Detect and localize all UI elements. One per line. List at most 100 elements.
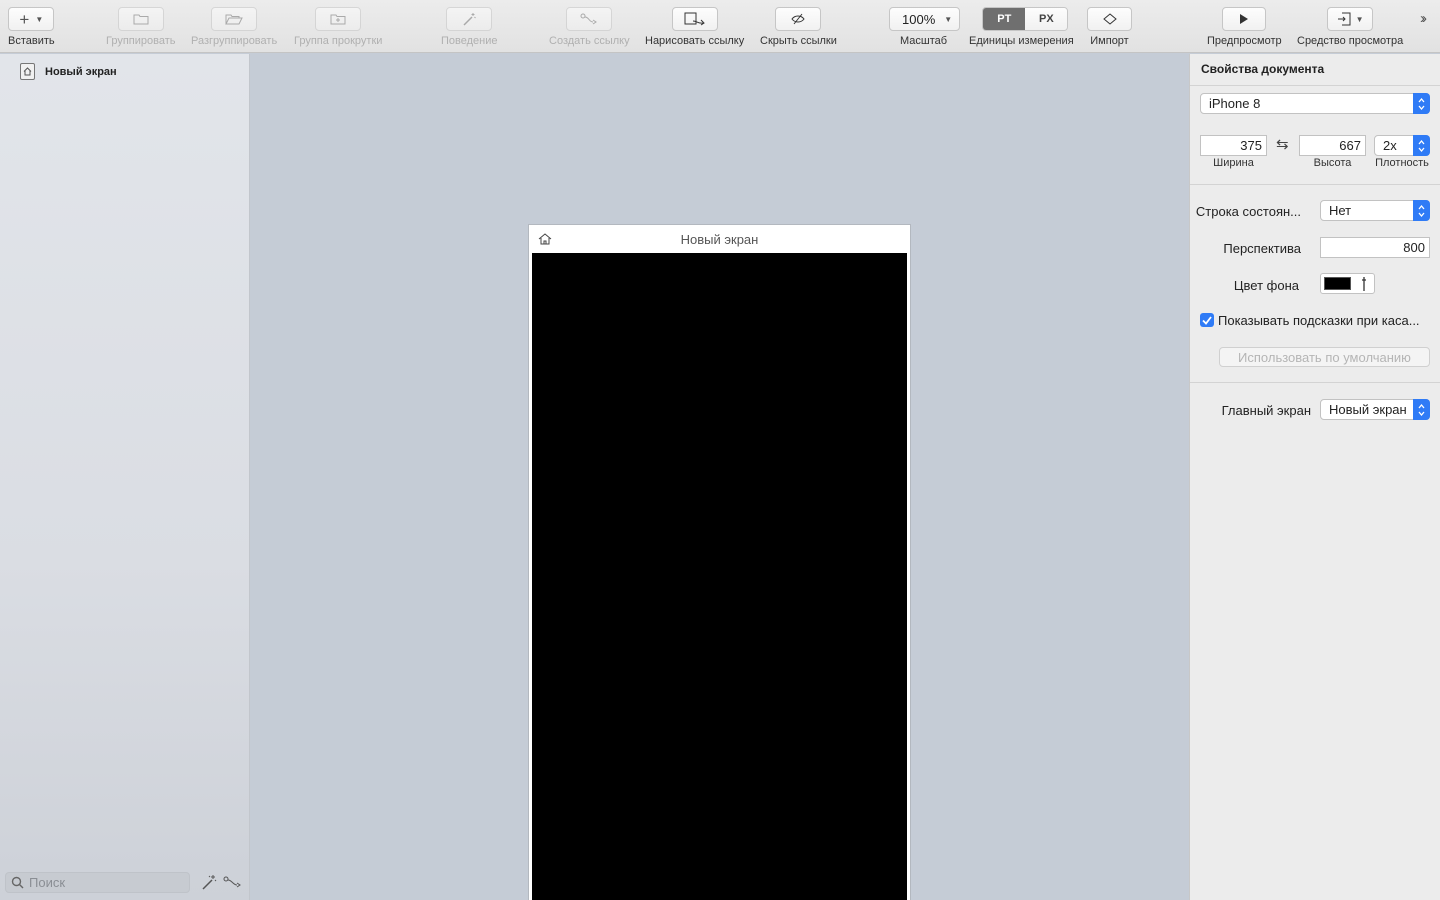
behavior-tool[interactable]: Поведение bbox=[441, 7, 498, 47]
chevron-down-icon: ▼ bbox=[1355, 14, 1364, 24]
stepper-arrows-icon bbox=[1413, 200, 1430, 221]
viewer-tool[interactable]: ▼ Средство просмотра bbox=[1297, 7, 1403, 47]
stepper-arrows-icon bbox=[1413, 135, 1430, 156]
units-px-button[interactable]: PX bbox=[1025, 8, 1068, 30]
viewer-label: Средство просмотра bbox=[1297, 35, 1404, 47]
draw-link-icon bbox=[684, 12, 705, 26]
chevron-down-icon: ▼ bbox=[35, 14, 44, 24]
group-label: Группировать bbox=[106, 35, 176, 47]
stepper-arrows-icon bbox=[1413, 399, 1430, 420]
density-value: 2x bbox=[1383, 138, 1397, 153]
eye-slash-icon bbox=[791, 13, 806, 25]
scroll-group-button[interactable] bbox=[315, 7, 362, 31]
height-caption: Высота bbox=[1313, 157, 1352, 169]
device-select[interactable]: iPhone 8 bbox=[1200, 93, 1430, 114]
width-field[interactable]: 375 bbox=[1200, 135, 1267, 156]
play-icon bbox=[1240, 14, 1249, 24]
group-button[interactable] bbox=[117, 7, 164, 31]
import-tool[interactable]: Импорт bbox=[1087, 7, 1132, 47]
scroll-group-icon bbox=[330, 14, 346, 25]
open-folder-icon bbox=[225, 14, 243, 25]
zoom-tool[interactable]: 100% ▼ Масштаб bbox=[889, 7, 960, 47]
insert-button[interactable]: + ▼ bbox=[8, 7, 55, 31]
width-value: 375 bbox=[1240, 138, 1262, 153]
group-tool[interactable]: Группировать bbox=[106, 7, 176, 47]
perspective-value: 800 bbox=[1403, 240, 1425, 255]
units-segmented-control[interactable]: PT PX bbox=[982, 7, 1069, 31]
more-chevron-icon[interactable]: ›› bbox=[1420, 10, 1427, 27]
screen-header[interactable]: Новый экран bbox=[529, 225, 910, 253]
viewer-icon bbox=[1337, 12, 1351, 26]
create-link-label: Создать ссылку bbox=[549, 35, 630, 47]
preview-button[interactable] bbox=[1222, 7, 1267, 31]
divider bbox=[1190, 382, 1440, 383]
layer-label: Новый экран bbox=[45, 65, 117, 78]
width-caption: Ширина bbox=[1213, 157, 1254, 169]
device-frame[interactable]: Новый экран bbox=[528, 224, 911, 900]
preview-tool[interactable]: Предпросмотр bbox=[1207, 7, 1282, 47]
show-hints-checkbox[interactable] bbox=[1200, 313, 1214, 327]
density-select[interactable]: 2x bbox=[1374, 135, 1430, 156]
divider bbox=[1190, 85, 1440, 86]
insert-label: Вставить bbox=[8, 35, 55, 47]
layer-item[interactable]: Новый экран bbox=[20, 63, 117, 80]
height-value: 667 bbox=[1339, 138, 1361, 153]
create-link-button[interactable] bbox=[566, 7, 613, 31]
device-value: iPhone 8 bbox=[1209, 96, 1261, 111]
import-label: Импорт bbox=[1090, 35, 1129, 47]
status-bar-value: Нет bbox=[1329, 203, 1352, 218]
scroll-group-tool[interactable]: Группа прокрутки bbox=[294, 7, 382, 47]
behavior-label: Поведение bbox=[441, 35, 498, 47]
show-hints-label: Показывать подсказки при каса... bbox=[1218, 313, 1420, 328]
hide-links-tool[interactable]: Скрыть ссылки bbox=[760, 7, 837, 47]
scroll-group-label: Группа прокрутки bbox=[294, 35, 383, 47]
density-caption: Плотность bbox=[1375, 157, 1429, 169]
screen-content[interactable] bbox=[532, 253, 907, 900]
magic-wand-icon bbox=[463, 13, 477, 26]
ungroup-label: Разгруппировать bbox=[191, 35, 278, 47]
main-screen-select[interactable]: Новый экран bbox=[1320, 399, 1430, 420]
perspective-field[interactable]: 800 bbox=[1320, 237, 1430, 258]
swap-dimensions-icon[interactable]: ⇆ bbox=[1276, 135, 1289, 153]
link-filter-icon[interactable] bbox=[223, 872, 243, 892]
screen-title: Новый экран bbox=[680, 231, 759, 247]
units-tool[interactable]: PT PX Единицы измерения bbox=[969, 7, 1074, 47]
main-screen-label: Главный экран bbox=[1221, 403, 1311, 418]
draw-link-button[interactable] bbox=[671, 7, 718, 31]
layers-search[interactable] bbox=[5, 872, 190, 893]
search-icon bbox=[11, 876, 24, 889]
eyedropper-icon[interactable] bbox=[1357, 276, 1371, 292]
units-pt-button[interactable]: PT bbox=[983, 8, 1026, 30]
zoom-select[interactable]: 100% ▼ bbox=[889, 7, 960, 31]
import-button[interactable] bbox=[1087, 7, 1132, 31]
main-screen-value: Новый экран bbox=[1329, 402, 1407, 417]
bg-color-well[interactable] bbox=[1320, 273, 1375, 294]
stepper-arrows-icon bbox=[1413, 93, 1430, 114]
bg-color-swatch bbox=[1324, 277, 1351, 290]
inspector-panel: Свойства документа iPhone 8 375 ⇆ 667 2x… bbox=[1189, 54, 1440, 900]
search-input[interactable] bbox=[29, 875, 179, 890]
divider bbox=[1190, 184, 1440, 185]
use-default-button[interactable]: Использовать по умолчанию bbox=[1219, 347, 1430, 367]
zoom-value: 100% bbox=[902, 11, 936, 27]
behavior-button[interactable] bbox=[446, 7, 493, 31]
status-bar-select[interactable]: Нет bbox=[1320, 200, 1430, 221]
screen-home-icon bbox=[20, 63, 35, 80]
layers-sidebar: Новый экран bbox=[0, 54, 250, 900]
behavior-filter-icon[interactable] bbox=[199, 872, 219, 892]
hide-links-button[interactable] bbox=[775, 7, 822, 31]
height-field[interactable]: 667 bbox=[1299, 135, 1366, 156]
chevron-down-icon: ▼ bbox=[944, 14, 953, 24]
create-link-tool[interactable]: Создать ссылку bbox=[549, 7, 630, 47]
ungroup-button[interactable] bbox=[211, 7, 258, 31]
insert-tool[interactable]: + ▼ Вставить bbox=[8, 7, 55, 47]
toolbar: + ▼ Вставить Группировать Разгруппироват… bbox=[0, 0, 1440, 53]
draw-link-tool[interactable]: Нарисовать ссылку bbox=[645, 7, 744, 47]
hide-links-label: Скрыть ссылки bbox=[760, 35, 837, 47]
ungroup-tool[interactable]: Разгруппировать bbox=[191, 7, 277, 47]
canvas[interactable]: Новый экран bbox=[251, 54, 1189, 900]
viewer-button[interactable]: ▼ bbox=[1327, 7, 1374, 31]
bg-color-label: Цвет фона bbox=[1233, 278, 1299, 293]
perspective-label: Перспектива bbox=[1223, 241, 1301, 256]
inspector-title: Свойства документа bbox=[1201, 62, 1325, 76]
